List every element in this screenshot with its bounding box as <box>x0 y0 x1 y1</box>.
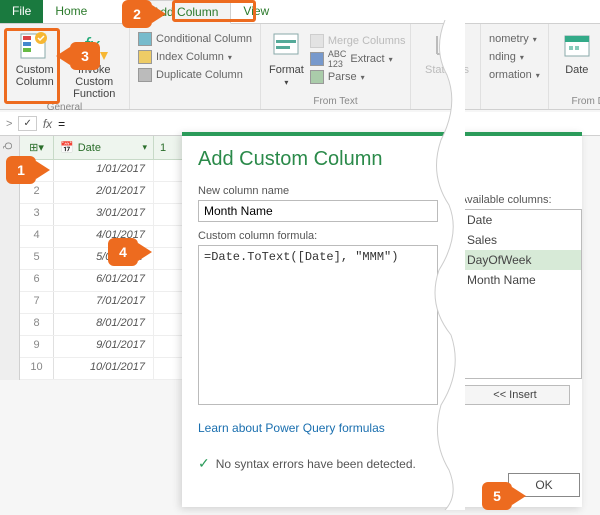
add-custom-column-dialog: Add Custom Column New column name Custom… <box>182 132 582 507</box>
table-row[interactable]: 99/01/2017 <box>20 336 184 358</box>
date-cell: 2/01/2017 <box>54 182 154 203</box>
available-column-item[interactable]: DayOfWeek <box>461 250 581 270</box>
table-row[interactable]: 88/01/2017 <box>20 314 184 336</box>
row-number: 8 <box>20 314 54 335</box>
date-icon <box>561 30 593 62</box>
available-columns-label: Available columns: <box>460 194 582 206</box>
table-row[interactable]: 22/01/2017 <box>20 182 184 204</box>
status-text: No syntax errors have been detected. <box>216 457 416 471</box>
statistics-button[interactable]: Statistics <box>419 28 475 76</box>
date-cell: 1/01/2017 <box>54 160 154 181</box>
custom-column-button[interactable]: Custom Column <box>8 28 62 88</box>
row-number: 2 <box>20 182 54 203</box>
row-number: 10 <box>20 358 54 379</box>
col-date[interactable]: 📅 Date ▾ <box>54 136 154 159</box>
duplicate-column-icon <box>138 68 152 82</box>
learn-link[interactable]: Learn about Power Query formulas <box>198 421 385 435</box>
callout-2: 2 <box>122 0 166 28</box>
new-column-name-input[interactable] <box>198 200 438 222</box>
callout-1: 1 <box>6 156 50 184</box>
available-column-item[interactable]: Date <box>461 210 581 230</box>
table-row[interactable]: 77/01/2017 <box>20 292 184 314</box>
table-row[interactable]: 1010/01/2017 <box>20 358 184 380</box>
table-row[interactable]: 33/01/2017 <box>20 204 184 226</box>
available-column-item[interactable]: Sales <box>461 230 581 250</box>
index-column-button[interactable]: Index Column ▾ <box>138 48 252 66</box>
ribbon-tabs: File Home Add Column View <box>0 0 600 24</box>
step-check-icon[interactable]: ✓ <box>18 116 36 131</box>
format-icon <box>270 30 302 62</box>
col-extra[interactable]: 1 <box>154 136 184 159</box>
conditional-column-button[interactable]: Conditional Column <box>138 30 252 48</box>
group-fromdate-label: From Date & <box>557 94 600 107</box>
row-number: 4 <box>20 226 54 247</box>
custom-column-label: Custom Column <box>16 64 54 88</box>
tab-view[interactable]: View <box>231 0 281 23</box>
date-cell: 9/01/2017 <box>54 336 154 357</box>
duplicate-column-button[interactable]: Duplicate Column <box>138 66 252 84</box>
available-columns-list[interactable]: DateSalesDayOfWeekMonth Name <box>460 209 582 379</box>
conditional-column-icon <box>138 32 152 46</box>
table-row[interactable]: 44/01/2017 <box>20 226 184 248</box>
extract-icon <box>310 52 324 66</box>
insert-button[interactable]: << Insert <box>460 385 570 405</box>
format-button[interactable]: Format▾ <box>269 28 304 89</box>
trig-button[interactable]: nometry ▾ <box>489 30 540 48</box>
row-number: 7 <box>20 292 54 313</box>
tab-home[interactable]: Home <box>43 0 99 23</box>
formula-textarea[interactable]: =Date.ToText([Date], "MMM") <box>198 245 438 405</box>
table-row[interactable]: 55/01/2017 <box>20 248 184 270</box>
date-cell: 7/01/2017 <box>54 292 154 313</box>
extract-button[interactable]: ABC123 Extract ▾ <box>310 50 406 68</box>
callout-5: 5 <box>482 482 526 510</box>
merge-icon <box>310 34 324 48</box>
date-cell: 6/01/2017 <box>54 270 154 291</box>
available-column-item[interactable]: Month Name <box>461 270 581 290</box>
statistics-icon <box>431 30 463 62</box>
tab-file[interactable]: File <box>0 0 43 23</box>
date-cell: 3/01/2017 <box>54 204 154 225</box>
parse-icon <box>310 70 324 84</box>
callout-3: 3 <box>56 42 100 70</box>
expand-icon[interactable]: > <box>6 118 12 130</box>
information-button[interactable]: ormation ▾ <box>489 66 540 84</box>
merge-columns-button[interactable]: Merge Columns <box>310 32 406 50</box>
row-number: 6 <box>20 270 54 291</box>
row-number: 5 <box>20 248 54 269</box>
dialog-title: Add Custom Column <box>198 148 566 171</box>
formula-input[interactable] <box>58 117 594 131</box>
index-column-icon <box>138 50 152 64</box>
row-number: 3 <box>20 204 54 225</box>
table-row[interactable]: 66/01/2017 <box>20 270 184 292</box>
check-icon: ✓ <box>198 455 210 472</box>
group-fromtext-label: From Text <box>269 94 402 107</box>
callout-4: 4 <box>108 238 152 266</box>
group-general-label: General <box>8 100 121 113</box>
custom-column-icon <box>19 30 51 62</box>
date-cell: 8/01/2017 <box>54 314 154 335</box>
parse-button[interactable]: Parse ▾ <box>310 68 406 86</box>
row-number: 9 <box>20 336 54 357</box>
date-button[interactable]: Date <box>557 28 597 76</box>
date-cell: 10/01/2017 <box>54 358 154 379</box>
fx-label: fx <box>43 117 52 131</box>
rounding-button[interactable]: nding ▾ <box>489 48 540 66</box>
